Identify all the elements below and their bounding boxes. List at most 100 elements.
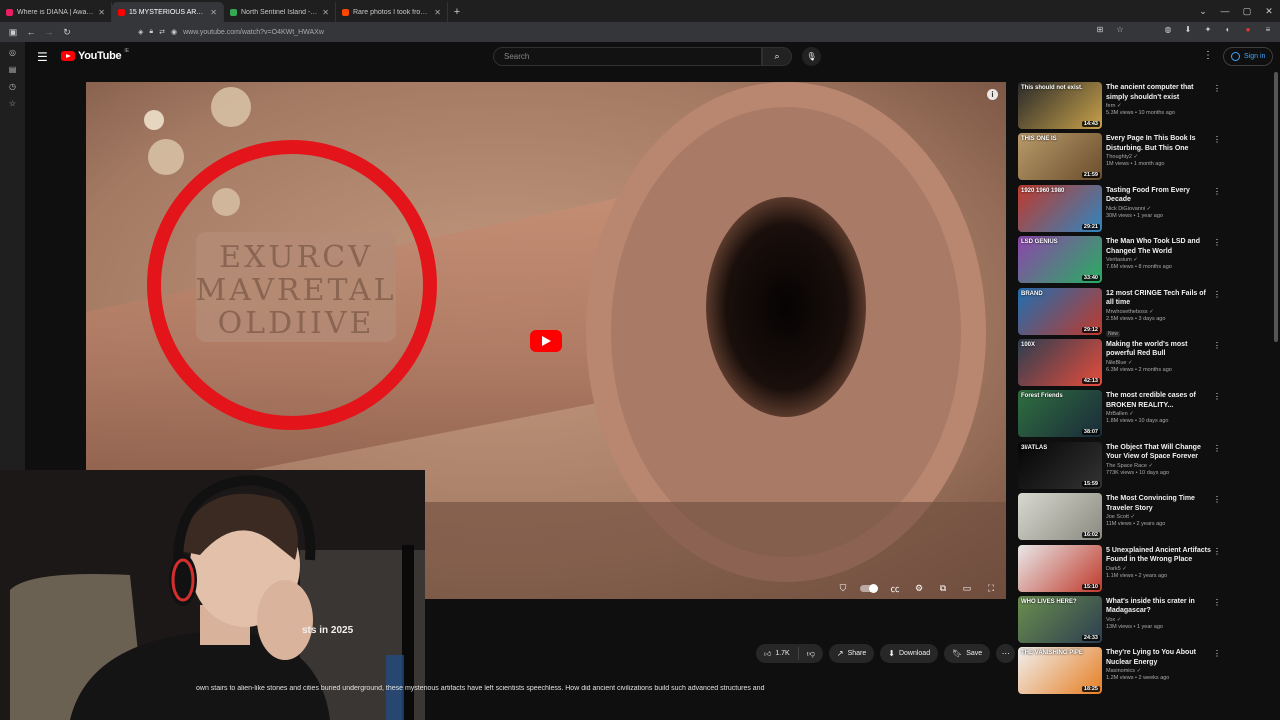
install-app-icon[interactable]: ⊞	[1094, 25, 1106, 34]
channel-name[interactable]: NileBlue ✓	[1106, 360, 1211, 366]
menu-icon[interactable]: ≡	[1262, 25, 1274, 34]
download-icon[interactable]: ⬇	[1182, 25, 1194, 34]
more-options-icon[interactable]: ⋮	[1213, 135, 1221, 144]
theater-mode-icon[interactable]: ▭	[960, 583, 974, 594]
reload-icon[interactable]: ↻	[60, 25, 74, 39]
channel-name[interactable]: fern ✓	[1106, 103, 1211, 109]
youtube-logo[interactable]: YouTube IE	[61, 48, 129, 62]
video-title[interactable]: What's inside this crater in Madagascar?	[1106, 597, 1211, 616]
share-button[interactable]: ↗ Share	[828, 644, 875, 663]
video-thumbnail[interactable]: LSD GENIUS 33:40	[1018, 236, 1102, 284]
record-icon[interactable]: ●	[1242, 25, 1254, 34]
browser-tab[interactable]: Rare photos I took from the U ✕	[336, 2, 448, 22]
more-options-icon[interactable]: ⋮	[1213, 444, 1221, 453]
recommendation-item[interactable]: 16:02 The Most Convincing Time Traveler …	[1018, 493, 1223, 544]
voice-search-button[interactable]: 🎙︎	[802, 47, 821, 66]
history-icon[interactable]: ◷	[9, 82, 16, 91]
maximize-icon[interactable]: ▢	[1236, 0, 1258, 22]
channel-name[interactable]: Joe Scott ✓	[1106, 514, 1211, 520]
recommendation-item[interactable]: BRAND 29:12 12 most CRINGE Tech Fails of…	[1018, 287, 1223, 339]
video-title[interactable]: The Most Convincing Time Traveler Story	[1106, 494, 1211, 513]
recommendation-item[interactable]: LSD GENIUS 33:40 The Man Who Took LSD an…	[1018, 236, 1223, 287]
channel-name[interactable]: Thoughty2 ✓	[1106, 154, 1211, 160]
autoplay-toggle[interactable]	[860, 584, 878, 593]
video-title[interactable]: Tasting Food From Every Decade	[1106, 186, 1211, 205]
video-thumbnail[interactable]: 100X 42:13	[1018, 338, 1102, 386]
search-input[interactable]: Search	[493, 47, 762, 66]
site-settings-icon[interactable]: ⇄	[159, 28, 165, 36]
close-icon[interactable]: ✕	[322, 8, 329, 17]
video-title[interactable]: The Object That Will Change Your View of…	[1106, 443, 1211, 462]
extensions-puzzle-icon[interactable]: ✦	[1202, 25, 1214, 34]
video-title[interactable]: The Man Who Took LSD and Changed The Wor…	[1106, 237, 1211, 256]
bookmark-star-icon[interactable]: ☆	[1114, 25, 1126, 34]
recommendation-item[interactable]: 3I/ATLAS 15:59 The Object That Will Chan…	[1018, 441, 1223, 493]
channel-name[interactable]: Vox ✓	[1106, 617, 1211, 623]
info-icon[interactable]: i	[987, 89, 998, 100]
url-field[interactable]: ◈ 🔒︎ ⇄ ◉ www.youtube.com/watch?v=O4KWt_H…	[138, 28, 324, 36]
hamburger-menu-icon[interactable]: ☰	[37, 50, 48, 64]
sponsor-shield-icon[interactable]: ⛉	[836, 583, 850, 594]
channel-name[interactable]: Dark5 ✓	[1106, 566, 1211, 572]
extension-icon[interactable]: ◍	[1162, 25, 1174, 34]
back-icon[interactable]: ←	[24, 25, 38, 39]
like-button[interactable]: 👍︎ 1.7K	[756, 647, 799, 660]
video-title[interactable]: The most credible cases of BROKEN REALIT…	[1106, 391, 1211, 410]
video-thumbnail[interactable]: 16:02	[1018, 493, 1102, 541]
browser-tab[interactable]: North Sentinel Island - Google ✕	[224, 2, 336, 22]
more-options-icon[interactable]: ⋮	[1213, 187, 1221, 196]
video-title[interactable]: Every Page In This Book Is Disturbing. B…	[1106, 134, 1211, 153]
video-thumbnail[interactable]: This should not exist. 14:43	[1018, 82, 1102, 129]
video-thumbnail[interactable]: THIS ONE IS 21:59	[1018, 133, 1102, 181]
channel-name[interactable]: Maxinomics ✓	[1106, 668, 1211, 674]
large-play-button[interactable]	[530, 330, 562, 352]
channel-name[interactable]: Veritasium ✓	[1106, 257, 1211, 263]
more-options-icon[interactable]: ⋮	[1213, 84, 1221, 93]
captions-icon[interactable]: ㏄	[888, 582, 902, 595]
recommendation-item[interactable]: THE VANISHING PIPE 18:25 They're Lying t…	[1018, 647, 1223, 698]
tab-search-icon[interactable]: ⌄	[1192, 0, 1214, 22]
video-title[interactable]: 5 Unexplained Ancient Artifacts Found in…	[1106, 546, 1211, 565]
close-window-icon[interactable]: ✕	[1258, 0, 1280, 22]
recommendation-item[interactable]: Forest Friends 38:07 The most credible c…	[1018, 390, 1223, 441]
more-options-icon[interactable]: ⋮	[1213, 547, 1221, 556]
miniplayer-icon[interactable]: ⧉	[936, 583, 950, 594]
fullscreen-icon[interactable]: ⛶	[984, 583, 998, 594]
video-thumbnail[interactable]: 3I/ATLAS 15:59	[1018, 441, 1102, 489]
more-options-icon[interactable]: ⋮	[1213, 392, 1221, 401]
recommendation-item[interactable]: This should not exist. 14:43 The ancient…	[1018, 82, 1223, 133]
search-button[interactable]: ⌕	[762, 47, 792, 66]
new-tab-button[interactable]: +	[448, 2, 466, 22]
video-thumbnail[interactable]: WHO LIVES HERE? 24:33	[1018, 595, 1102, 643]
video-thumbnail[interactable]: 1920 1960 1980 29:21	[1018, 184, 1102, 232]
more-actions-button[interactable]: ⋯	[996, 644, 1016, 663]
close-icon[interactable]: ✕	[434, 8, 441, 17]
more-options-icon[interactable]: ⋮	[1213, 649, 1221, 658]
video-title[interactable]: They're Lying to You About Nuclear Energ…	[1106, 648, 1211, 667]
video-title[interactable]: 12 most CRINGE Tech Fails of all time	[1106, 289, 1211, 308]
video-thumbnail[interactable]: THE VANISHING PIPE 18:25	[1018, 647, 1102, 695]
save-button[interactable]: 🔖︎ Save	[944, 644, 991, 663]
more-options-icon[interactable]: ⋮	[1213, 290, 1221, 299]
browser-tab[interactable]: Where is DIANA | Award-Winni ✕	[0, 2, 112, 22]
recommendation-item[interactable]: THIS ONE IS 21:59 Every Page In This Boo…	[1018, 133, 1223, 184]
ai-icon[interactable]: ◎	[9, 48, 16, 57]
video-thumbnail[interactable]: Forest Friends 38:07	[1018, 390, 1102, 438]
channel-name[interactable]: Mrwhosetheboss ✓	[1106, 309, 1211, 315]
video-thumbnail[interactable]: BRAND 29:12	[1018, 287, 1102, 335]
video-title[interactable]: The ancient computer that simply shouldn…	[1106, 83, 1211, 102]
settings-icon[interactable]: ⚙	[912, 583, 926, 594]
dislike-button[interactable]: 👎︎	[799, 649, 823, 659]
channel-name[interactable]: Nick DiGiovanni ✓	[1106, 206, 1211, 212]
recommendation-item[interactable]: 100X 42:13 Making the world's most power…	[1018, 338, 1223, 390]
settings-kebab-icon[interactable]: ⋮	[1203, 50, 1213, 61]
more-options-icon[interactable]: ⋮	[1213, 495, 1221, 504]
scrollbar[interactable]	[1274, 72, 1278, 342]
close-icon[interactable]: ✕	[210, 8, 217, 17]
video-thumbnail[interactable]: 15:10	[1018, 544, 1102, 592]
close-icon[interactable]: ✕	[98, 8, 105, 17]
forward-icon[interactable]: →	[42, 25, 56, 39]
recommendation-item[interactable]: 1920 1960 1980 29:21 Tasting Food From E…	[1018, 184, 1223, 236]
channel-name[interactable]: The Space Race ✓	[1106, 463, 1211, 469]
sidebar-toggle-icon[interactable]: ▣	[6, 25, 20, 39]
